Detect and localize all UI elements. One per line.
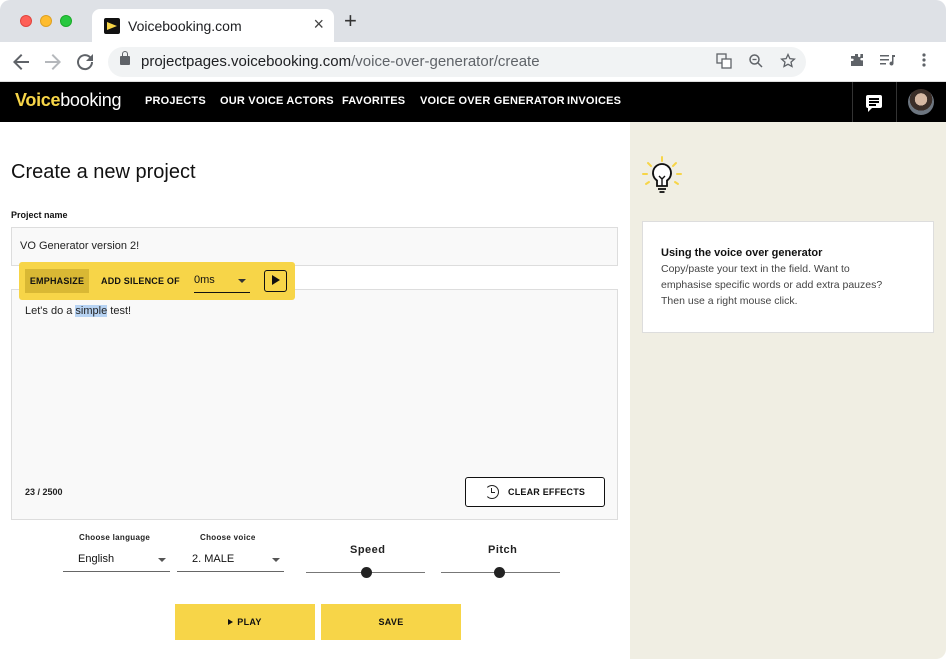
menu-dots-icon[interactable] bbox=[914, 52, 934, 72]
help-sidebar: Using the voice over generator Copy/past… bbox=[630, 122, 946, 659]
add-silence-label: ADD SILENCE OF bbox=[101, 276, 180, 286]
clear-effects-button[interactable]: CLEAR EFFECTS bbox=[465, 477, 605, 507]
nav-voice-over-generator[interactable]: VOICE OVER GENERATOR bbox=[420, 95, 565, 107]
lock-icon bbox=[120, 51, 130, 65]
effects-toolbar: EMPHASIZE ADD SILENCE OF 0ms bbox=[19, 262, 295, 300]
nav-favorites[interactable]: FAVORITES bbox=[342, 95, 405, 107]
pitch-slider-thumb[interactable] bbox=[494, 567, 505, 578]
close-window-button[interactable] bbox=[20, 15, 32, 27]
address-bar[interactable]: projectpages.voicebooking.com/voice-over… bbox=[108, 47, 806, 77]
minimize-window-button[interactable] bbox=[40, 15, 52, 27]
silence-duration-select[interactable]: 0ms bbox=[194, 271, 250, 293]
history-icon bbox=[485, 485, 499, 499]
info-card: Using the voice over generator Copy/past… bbox=[642, 221, 934, 333]
pitch-label: Pitch bbox=[488, 544, 518, 556]
speed-slider-thumb[interactable] bbox=[361, 567, 372, 578]
lightbulb-icon bbox=[640, 154, 684, 198]
voice-label: Choose voice bbox=[200, 533, 256, 542]
project-name-input[interactable]: VO Generator version 2! bbox=[11, 227, 618, 266]
nav-projects[interactable]: PROJECTS bbox=[145, 95, 206, 107]
site-header: Voicebooking PROJECTS OUR VOICE ACTORS F… bbox=[0, 82, 946, 122]
translate-icon[interactable] bbox=[715, 53, 733, 71]
project-name-label: Project name bbox=[11, 210, 68, 220]
character-counter: 23 / 2500 bbox=[25, 487, 63, 497]
voice-select[interactable]: 2. MALE bbox=[177, 549, 284, 572]
nav-invoices[interactable]: INVOICES bbox=[567, 95, 621, 107]
browser-toolbar: projectpages.voicebooking.com/voice-over… bbox=[0, 42, 946, 82]
language-select[interactable]: English bbox=[63, 549, 170, 572]
header-divider bbox=[896, 82, 897, 122]
main-content: Create a new project Project name VO Gen… bbox=[0, 122, 630, 659]
info-text-line: Copy/paste your text in the field. Want … bbox=[661, 263, 850, 275]
tab-bar: Voicebooking.com × + bbox=[0, 0, 946, 42]
back-arrow-icon[interactable] bbox=[9, 50, 33, 74]
bookmark-star-icon[interactable] bbox=[779, 52, 797, 71]
script-text-editor[interactable]: Let's do a simple test! 23 / 2500 CLEAR … bbox=[11, 289, 618, 520]
zoom-icon[interactable] bbox=[747, 53, 765, 71]
tab-close-icon[interactable]: × bbox=[313, 15, 324, 33]
speed-label: Speed bbox=[350, 544, 386, 556]
chevron-down-icon bbox=[238, 279, 246, 283]
reload-icon[interactable] bbox=[73, 50, 97, 74]
media-control-icon[interactable] bbox=[879, 52, 899, 72]
script-text[interactable]: Let's do a simple test! bbox=[25, 305, 131, 317]
browser-tab[interactable]: Voicebooking.com × bbox=[92, 9, 334, 42]
language-label: Choose language bbox=[79, 533, 151, 542]
new-tab-button[interactable]: + bbox=[344, 10, 357, 32]
emphasize-button[interactable]: EMPHASIZE bbox=[25, 269, 89, 293]
info-text-line: emphasise specific words or add extra pa… bbox=[661, 279, 883, 291]
user-avatar[interactable] bbox=[908, 89, 934, 115]
save-button[interactable]: SAVE bbox=[321, 604, 461, 640]
browser-window: Voicebooking.com × + projectpages.voiceb… bbox=[0, 0, 946, 659]
info-title: Using the voice over generator bbox=[661, 247, 823, 259]
voicebooking-logo[interactable]: Voicebooking bbox=[15, 90, 121, 111]
selected-word: simple bbox=[75, 305, 108, 317]
maximize-window-button[interactable] bbox=[60, 15, 72, 27]
extensions-puzzle-icon[interactable] bbox=[847, 52, 867, 72]
page-title: Create a new project bbox=[11, 161, 196, 183]
site-favicon-icon bbox=[104, 18, 120, 34]
chevron-down-icon bbox=[272, 558, 280, 562]
tab-title: Voicebooking.com bbox=[128, 18, 242, 34]
chat-icon[interactable] bbox=[866, 95, 882, 112]
header-divider bbox=[852, 82, 853, 122]
nav-our-voice-actors[interactable]: OUR VOICE ACTORS bbox=[220, 95, 334, 107]
clear-effects-label: CLEAR EFFECTS bbox=[508, 487, 586, 497]
play-button[interactable]: PLAY bbox=[175, 604, 315, 640]
url-text: projectpages.voicebooking.com/voice-over… bbox=[141, 53, 540, 70]
preview-play-button[interactable] bbox=[264, 270, 287, 292]
info-text-line: Then use a right mouse click. bbox=[661, 295, 798, 307]
chevron-down-icon bbox=[158, 558, 166, 562]
play-icon bbox=[228, 618, 234, 625]
forward-arrow-icon[interactable] bbox=[41, 50, 65, 74]
